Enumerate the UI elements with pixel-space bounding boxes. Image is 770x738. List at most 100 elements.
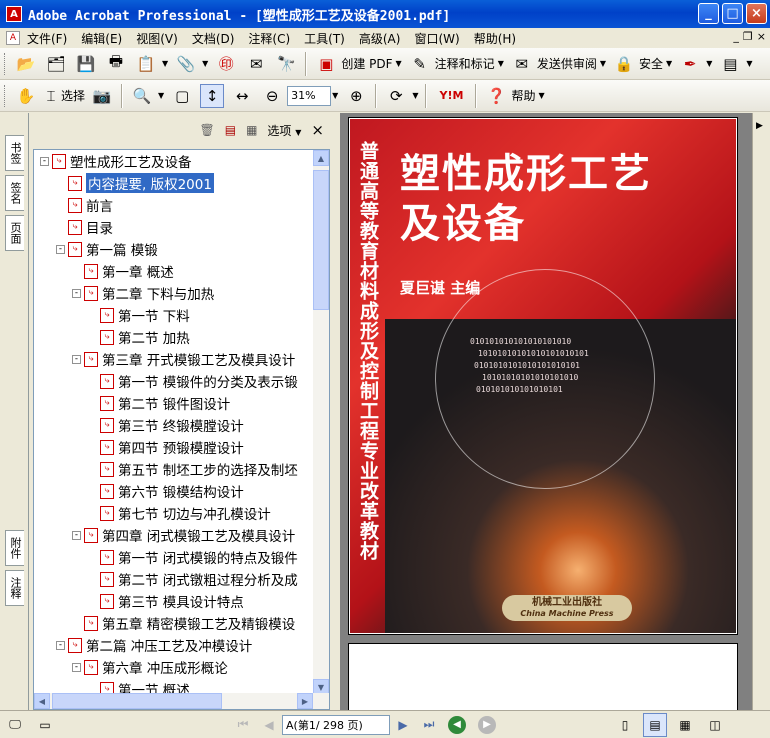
comment-markup-button[interactable]: 注释和标记 bbox=[435, 55, 495, 72]
close-panel-button[interactable]: × bbox=[311, 121, 324, 139]
actual-size-icon[interactable]: ▢ bbox=[170, 84, 194, 108]
bookmark-item[interactable]: - ⤷ 塑性成形工艺及设备 bbox=[40, 150, 192, 172]
open-folder-icon[interactable]: 📂 bbox=[14, 52, 38, 76]
zoom-in-tool-icon[interactable]: 🔍 bbox=[130, 84, 154, 108]
tab-signatures[interactable]: 签名 bbox=[5, 175, 24, 211]
menu-document[interactable]: 文档(D) bbox=[185, 30, 242, 47]
menu-comments[interactable]: 注释(C) bbox=[241, 30, 297, 47]
lock-icon[interactable]: 🔒 bbox=[612, 52, 636, 76]
tab-comments[interactable]: 注释 bbox=[5, 570, 24, 606]
continuous-icon[interactable]: ▤ bbox=[643, 712, 667, 737]
toolbar-grip[interactable] bbox=[4, 84, 7, 107]
tree-expander[interactable]: - bbox=[40, 156, 49, 166]
bookmark-item[interactable]: ⤷ 第一节 闭式模锻的特点及锻件 bbox=[88, 546, 298, 568]
menu-view[interactable]: 视图(V) bbox=[129, 30, 185, 47]
menu-tools[interactable]: 工具(T) bbox=[297, 30, 352, 47]
doc-close-button[interactable]: × bbox=[757, 30, 766, 43]
organizer-icon[interactable]: 🗂 bbox=[44, 52, 68, 76]
doc-minimize-button[interactable]: _ bbox=[733, 30, 739, 43]
layout-icon[interactable]: ▭ bbox=[33, 713, 57, 737]
bookmark-item[interactable]: - ⤷ 第一篇 模锻 bbox=[56, 238, 158, 260]
select-tool-button[interactable]: 选择 bbox=[61, 87, 85, 104]
bookmark-item[interactable]: - ⤷ 第二章 下料与加热 bbox=[72, 282, 214, 304]
attach-icon[interactable]: 📎 bbox=[174, 52, 198, 76]
doc-restore-button[interactable]: ❐ bbox=[743, 30, 753, 43]
menu-file[interactable]: 文件(F) bbox=[20, 30, 74, 47]
go-back-icon[interactable]: ◀ bbox=[448, 715, 466, 734]
scroll-up-button[interactable]: ▲ bbox=[313, 150, 329, 166]
screen-icon[interactable]: 🖵 bbox=[3, 713, 27, 737]
vertical-scrollbar[interactable]: ▲ ▼ bbox=[313, 150, 329, 695]
bookmark-item[interactable]: ⤷ 第二节 闭式镦粗过程分析及成 bbox=[88, 568, 298, 590]
bookmark-item[interactable]: ⤷ 第三节 模具设计特点 bbox=[88, 590, 244, 612]
tree-expander[interactable]: - bbox=[72, 530, 81, 540]
bookmark-item[interactable]: ⤷ 第三节 终锻模膛设计 bbox=[88, 414, 244, 436]
fit-width-icon[interactable]: ↔ bbox=[230, 84, 254, 108]
help-button[interactable]: 帮助 bbox=[511, 87, 535, 104]
tree-expander[interactable]: - bbox=[72, 354, 81, 364]
yahoo-icon[interactable]: Y!M bbox=[434, 84, 468, 108]
menu-advanced[interactable]: 高级(A) bbox=[352, 30, 408, 47]
bookmark-item[interactable]: ⤷ 第五节 制坯工步的选择及制坯 bbox=[88, 458, 298, 480]
menu-window[interactable]: 窗口(W) bbox=[407, 30, 466, 47]
comment-markup-icon[interactable]: ✎ bbox=[408, 52, 432, 76]
security-button[interactable]: 安全 bbox=[639, 55, 663, 72]
zoom-in-icon[interactable]: ⊕ bbox=[344, 84, 368, 108]
tree-expander[interactable]: - bbox=[72, 288, 81, 298]
bookmark-item[interactable]: ⤷ 目录 bbox=[56, 216, 113, 238]
bookmark-item[interactable]: ⤷ 第一节 模锻件的分类及表示锻 bbox=[88, 370, 298, 392]
horizontal-scrollbar[interactable]: ◀ ▶ bbox=[34, 693, 329, 709]
scroll-right-button[interactable]: ▶ bbox=[297, 693, 313, 709]
hand-tool-icon[interactable]: ✋ bbox=[14, 84, 38, 108]
menu-help[interactable]: 帮助(H) bbox=[467, 30, 523, 47]
scroll-thumb[interactable] bbox=[52, 693, 222, 709]
bookmark-item[interactable]: ⤷ 第四节 预锻模膛设计 bbox=[88, 436, 244, 458]
bookmark-item[interactable]: ⤷ 第六节 锻模结构设计 bbox=[88, 480, 244, 502]
help-icon[interactable]: ❓ bbox=[484, 84, 508, 108]
bookmark-item[interactable]: ⤷ 第七节 切边与冲孔模设计 bbox=[88, 502, 271, 524]
create-pdf-button[interactable]: 创建 PDF bbox=[341, 55, 392, 72]
bookmark-item[interactable]: - ⤷ 第二篇 冲压工艺及冲模设计 bbox=[56, 634, 252, 656]
tab-bookmarks[interactable]: 书签 bbox=[5, 135, 24, 171]
document-scrollbar[interactable]: ▶ bbox=[752, 113, 770, 710]
document-tasks-icon[interactable]: 📋 bbox=[134, 52, 158, 76]
panel-splitter[interactable] bbox=[333, 113, 340, 710]
tree-expander[interactable]: - bbox=[72, 662, 81, 672]
page-number-field[interactable]: A(第1/ 298 页) bbox=[282, 714, 390, 735]
bookmark-item[interactable]: ⤷ 第一章 概述 bbox=[72, 260, 174, 282]
email-icon[interactable]: ✉ bbox=[244, 52, 268, 76]
rotate-view-icon[interactable]: ⟳ bbox=[384, 84, 408, 108]
close-button[interactable]: × bbox=[746, 3, 767, 24]
pdf-page[interactable] bbox=[348, 643, 738, 710]
next-page-button[interactable]: ▶ bbox=[393, 715, 413, 735]
first-page-button[interactable]: ⏮ bbox=[233, 715, 253, 735]
facing-icon[interactable]: ▦ bbox=[673, 713, 697, 737]
bookmark-item[interactable]: ⤷ 第二节 加热 bbox=[88, 326, 190, 348]
zoom-out-icon[interactable]: ⊖ bbox=[260, 84, 284, 108]
sign-pen-icon[interactable]: ✒ bbox=[678, 52, 702, 76]
menu-edit[interactable]: 编辑(E) bbox=[74, 30, 129, 47]
toolbar-grip[interactable] bbox=[4, 52, 7, 75]
single-page-icon[interactable]: ▯ bbox=[613, 713, 637, 737]
previous-page-button[interactable]: ◀ bbox=[259, 715, 279, 735]
scroll-thumb[interactable] bbox=[313, 170, 329, 310]
continuous-facing-icon[interactable]: ◫ bbox=[703, 713, 727, 737]
document-icon[interactable]: A bbox=[6, 31, 20, 45]
zoom-level-field[interactable]: 31% bbox=[287, 85, 332, 106]
pdf-page[interactable]: 普通高等教育材料成形及控制工程专业改革教材 塑性成形工艺 及设备 夏巨谌 主编 … bbox=[348, 117, 738, 635]
forms-icon[interactable]: ▤ bbox=[718, 52, 742, 76]
go-forward-icon[interactable]: ▶ bbox=[478, 715, 496, 734]
tree-expander[interactable]: - bbox=[56, 244, 65, 254]
bookmark-item[interactable]: - ⤷ 第六章 冲压成形概论 bbox=[72, 656, 228, 678]
binoculars-icon[interactable]: 🔭 bbox=[274, 52, 298, 76]
scroll-left-button[interactable]: ◀ bbox=[34, 693, 50, 709]
bookmark-item[interactable]: ⤷ 内容提要, 版权2001 bbox=[56, 172, 214, 194]
print-icon[interactable]: 🖶 bbox=[104, 52, 128, 76]
bookmark-item[interactable]: ⤷ 第二节 锻件图设计 bbox=[88, 392, 230, 414]
save-icon[interactable]: 💾 bbox=[74, 52, 98, 76]
maximize-button[interactable]: □ bbox=[722, 3, 743, 24]
snapshot-camera-icon[interactable]: 📷 bbox=[90, 84, 114, 108]
tab-attachments[interactable]: 附件 bbox=[5, 530, 24, 566]
fit-page-icon[interactable]: ↕ bbox=[200, 83, 225, 108]
stamp-icon[interactable]: ㊞ bbox=[214, 52, 238, 76]
